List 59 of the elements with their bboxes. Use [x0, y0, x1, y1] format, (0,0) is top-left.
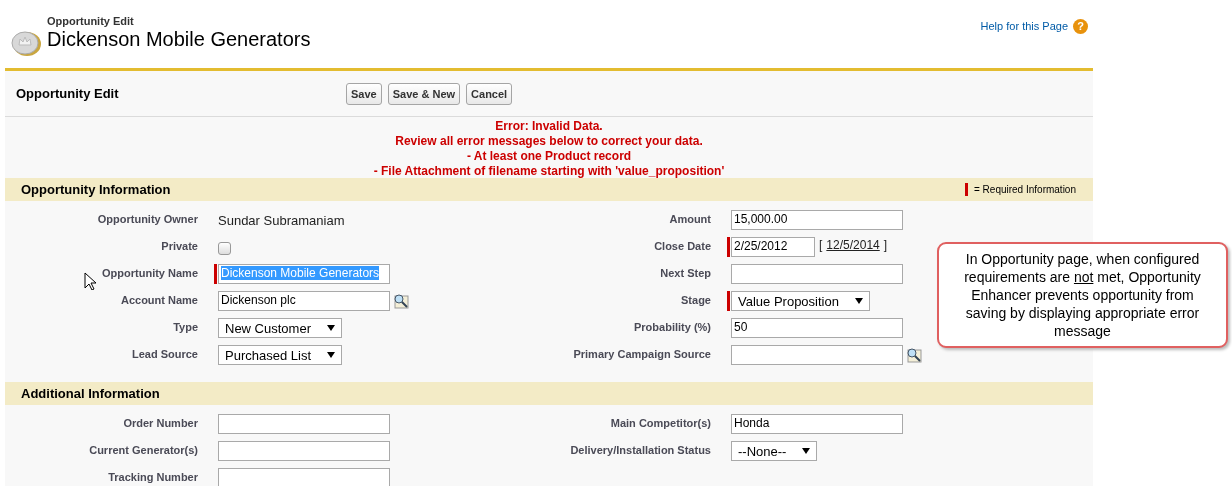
field-label: Private	[161, 239, 198, 254]
error-message: Error: Invalid Data.	[494, 119, 604, 134]
caret-icon	[854, 297, 863, 305]
field-label: Delivery/Installation Status	[570, 443, 711, 458]
text-field[interactable]: 15,000.00	[731, 210, 903, 230]
required-marker	[965, 183, 968, 196]
field-label: Probability (%)	[634, 320, 711, 335]
text-field[interactable]: Honda	[731, 414, 903, 434]
text-field[interactable]: Dickenson plc	[218, 291, 390, 311]
field-label: Primary Campaign Source	[573, 347, 711, 362]
search-icon[interactable]	[393, 293, 409, 309]
callout-note: In Opportunity page, when configured requirements are not met, Opportunity Enhancer prevents opportunity from saving by displaying appropriate error message	[937, 242, 1228, 348]
section-title: Opportunity Information	[21, 182, 171, 197]
field-label: Amount	[669, 212, 711, 227]
dropdown[interactable]: --None--	[731, 441, 818, 461]
error-message: Review all error messages below to correct your data.	[394, 134, 704, 149]
dropdown[interactable]: New Customer	[218, 318, 342, 338]
today-link[interactable]: 12/5/2014	[826, 237, 880, 252]
text-field[interactable]	[218, 441, 390, 461]
cursor-icon	[84, 272, 96, 290]
text-field[interactable]	[218, 414, 390, 434]
dropdown[interactable]: Value Proposition	[731, 291, 870, 311]
text-field[interactable]	[218, 468, 390, 486]
private-checkbox[interactable]	[218, 242, 231, 255]
field-label: Account Name	[120, 293, 198, 308]
text-field[interactable]: 50	[731, 318, 903, 338]
field-label: Order Number	[123, 416, 198, 431]
field-label: Type	[173, 320, 198, 335]
field-label: Next Step	[660, 266, 711, 281]
text-field[interactable]	[731, 264, 903, 284]
bracket: [	[818, 237, 824, 252]
page-subtitle: Opportunity Edit	[47, 15, 135, 27]
form-button[interactable]: Save & New	[387, 82, 461, 105]
field-label: Opportunity Name	[102, 266, 198, 281]
form-button[interactable]: Cancel	[466, 82, 513, 105]
section-title: Additional Information	[21, 386, 160, 401]
bracket: ]	[882, 237, 889, 252]
field-label: Opportunity Owner	[97, 212, 198, 227]
date-field[interactable]: 2/25/2012	[731, 237, 815, 257]
field-label: Main Competitor(s)	[610, 416, 711, 431]
caret-icon	[327, 351, 335, 359]
form-button[interactable]: Save	[346, 82, 382, 105]
caret-icon	[326, 324, 335, 332]
field-label: Tracking Number	[108, 470, 198, 485]
caret-icon	[802, 447, 811, 455]
field-label: Lead Source	[131, 347, 198, 362]
search-icon[interactable]	[906, 347, 922, 363]
field-value: Sundar Subramaniam	[218, 212, 345, 228]
error-message: - File Attachment of filename starting with 'value_proposition'	[372, 164, 726, 179]
field-label: Current Generator(s)	[89, 443, 198, 458]
field-label: Stage	[681, 293, 711, 308]
field-label: Close Date	[654, 239, 711, 254]
panel-title: Opportunity Edit	[16, 86, 120, 101]
page-title: Dickenson Mobile Generators	[47, 28, 311, 51]
dropdown[interactable]: Purchased List	[218, 345, 342, 365]
help-link[interactable]: Help for this Page	[980, 20, 1068, 32]
legend-text: = Required Information	[974, 184, 1076, 195]
text-field[interactable]	[731, 345, 903, 365]
error-message: - At least one Product record	[465, 149, 633, 164]
